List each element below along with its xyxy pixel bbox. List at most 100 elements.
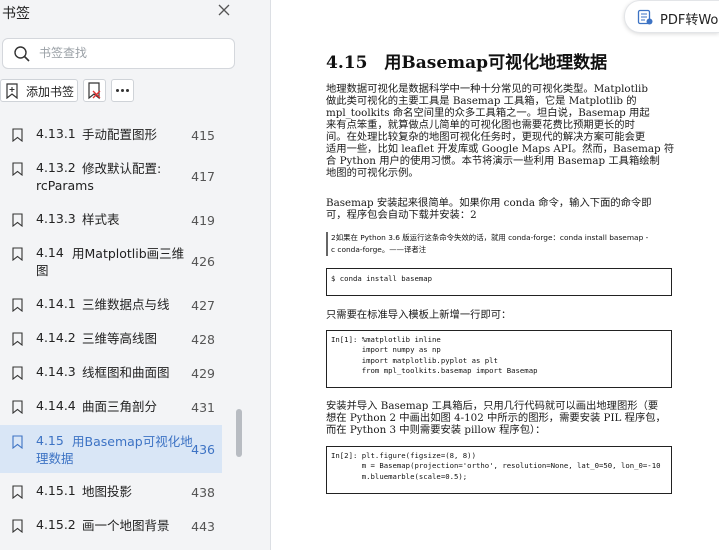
delete-bookmark-button[interactable] — [83, 79, 106, 102]
bookmark-number: 4.15 — [36, 433, 64, 448]
pdf-to-word-button[interactable]: PDF转Wor — [624, 0, 719, 33]
bookmark-icon — [12, 366, 23, 380]
bookmark-page: 429 — [191, 366, 215, 381]
bookmark-number: 4.14.2 — [36, 330, 76, 345]
bookmark-page: 427 — [191, 298, 215, 313]
bookmark-page: 428 — [191, 332, 215, 347]
add-bookmark-label: 添加书签 — [26, 85, 75, 99]
bookmark-page: 438 — [191, 485, 215, 500]
bookmark-list: 4.13.1 手动配置图形 415 4.13.2 修改默认配置: rcParam… — [0, 120, 250, 550]
more-icon — [116, 89, 129, 92]
text-line: 而在 Python 3 中则需要安装 pillow 程序包）： — [326, 424, 546, 436]
bookmark-item[interactable]: 4.13.2 修改默认配置: rcParams 417 — [0, 158, 222, 198]
bookmark-title: 用Matplotlib画三维 — [72, 246, 185, 261]
section-title: 4.15 用Basemap可视化地理数据 — [326, 53, 608, 73]
sidebar-title: 书签 — [2, 6, 30, 22]
add-bookmark-button[interactable]: 添加书签 — [0, 79, 78, 102]
bookmark-item[interactable]: 4.15.1 地图投影 438 — [0, 481, 222, 503]
code-block-basemap: In[2]: plt.figure(figsize=(8, 8)) m = Ba… — [326, 446, 672, 494]
bookmark-title: 修改默认配置: — [82, 161, 162, 176]
bookmark-icon — [12, 247, 23, 261]
paragraph-intro: 地理数据可视化是数据科学中一种十分常见的可视化类型。Matplotlib 做此类… — [326, 83, 674, 179]
convert-icon — [637, 9, 653, 29]
close-icon[interactable] — [216, 2, 232, 18]
bookmark-delete-icon — [88, 82, 101, 100]
bookmark-item[interactable]: 4.13.3 样式表 419 — [0, 209, 222, 231]
bookmark-number: 4.13.2 — [36, 160, 76, 175]
bookmark-number: 4.14.3 — [36, 364, 76, 379]
more-options-button[interactable] — [111, 79, 134, 102]
text-line: 可，程序包会自动下载并安装：2 — [326, 209, 477, 221]
bookmark-icon — [12, 332, 23, 346]
bookmark-item[interactable]: 4.14.1 三维数据点与线 427 — [0, 294, 222, 316]
bookmark-page: 436 — [191, 442, 215, 457]
bookmark-title: 样式表 — [82, 212, 120, 227]
text-line: 来有点笨重，就算做点儿简单的可视化图也需要花费比预期更长的时 — [326, 119, 635, 131]
sidebar-scrollbar[interactable] — [236, 409, 242, 457]
bookmark-number: 4.13.1 — [36, 126, 76, 141]
bookmark-page: 426 — [191, 254, 215, 269]
bookmark-number: 4.14 — [36, 245, 64, 260]
text-line: mpl_toolkits 命名空间里的众多工具箱之一。坦白说，Basemap 用… — [326, 107, 650, 119]
footnote-line: 2如果在 Python 3.6 版运行这条命令失效的话，就用 conda-for… — [331, 233, 649, 242]
bookmark-icon — [12, 162, 23, 176]
bookmark-icon — [12, 400, 23, 414]
bookmark-number: 4.14.4 — [36, 398, 76, 413]
bookmark-icon — [12, 298, 23, 312]
text-line: 安装并导入 Basemap 工具箱后，只用几行代码就可以画出地理图形（要 — [326, 400, 659, 412]
bookmark-page: 431 — [191, 400, 215, 415]
footnote-line: c conda-forge。——译者注 — [331, 245, 427, 254]
text-line: 做此类可视化的主要工具是 Basemap 工具箱，它是 Matplotlib 的 — [326, 95, 637, 107]
bookmark-item[interactable]: 4.15.2 画一个地图背景 443 — [0, 515, 222, 537]
search-icon — [13, 45, 31, 67]
bookmark-item[interactable]: 4.14.4 曲面三角剖分 431 — [0, 396, 222, 418]
bookmark-icon — [12, 435, 23, 449]
paragraph-install: Basemap 安装起来很简单。如果你用 conda 命令，输入下面的命令即 可… — [326, 197, 652, 221]
bookmark-item[interactable]: 4.14.2 三维等高线图 428 — [0, 328, 222, 350]
bookmark-icon — [12, 485, 23, 499]
bookmark-title: 用Basemap可视化地 — [72, 434, 193, 449]
bookmark-page: 415 — [191, 128, 215, 143]
bookmark-page: 419 — [191, 213, 215, 228]
bookmark-title-line2: 理数据 — [36, 451, 74, 466]
bookmark-icon — [12, 519, 23, 533]
bookmark-item-active[interactable]: 4.15 用Basemap可视化地 理数据 436 — [0, 425, 222, 473]
bookmark-title: 线框图和曲面图 — [82, 365, 170, 380]
bookmark-number: 4.13.3 — [36, 211, 76, 226]
bookmark-icon — [12, 128, 23, 142]
bookmark-item[interactable]: 4.14 用Matplotlib画三维 图 426 — [0, 243, 222, 283]
bookmark-title-line2: 图 — [36, 263, 49, 278]
bookmark-title: 地图投影 — [82, 484, 133, 499]
text-line: 间。在处理比较复杂的地图可视化任务时，更现代的解决方案可能会更 — [326, 131, 646, 143]
bookmark-item[interactable]: 4.13.1 手动配置图形 415 — [0, 124, 222, 146]
bookmark-title-line2: rcParams — [36, 178, 94, 193]
text-line: 只需要在标准导入模板上新增一行即可： — [326, 309, 512, 321]
code-block-install: $ conda install basemap — [326, 268, 672, 296]
bookmark-add-icon — [5, 83, 19, 103]
text-line: 地理数据可视化是数据科学中一种十分常见的可视化类型。Matplotlib — [326, 83, 648, 95]
paragraph-usage: 安装并导入 Basemap 工具箱后，只用几行代码就可以画出地理图形（要 想在 … — [326, 400, 666, 436]
bookmark-title: 手动配置图形 — [82, 127, 158, 142]
bookmark-number: 4.15.1 — [36, 483, 76, 498]
bookmark-number: 4.14.1 — [36, 296, 76, 311]
text-line: 适用一些，比如 leaflet 开发库或 Google Maps API。然而，… — [326, 143, 675, 155]
bookmark-search-box[interactable] — [2, 38, 235, 69]
pdf-to-word-label: PDF转Wor — [660, 13, 719, 28]
bookmark-title: 三维等高线图 — [82, 331, 158, 346]
bookmark-page: 417 — [191, 169, 215, 184]
bookmark-title: 画一个地图背景 — [82, 518, 170, 533]
bookmark-sidebar: 书签 添加书签 4.13.1 手动配置图形 415 4.13.2 修改默认配置: — [0, 0, 271, 550]
code-text: In[1]: %matplotlib inline import numpy a… — [331, 335, 538, 375]
bookmark-search-input[interactable] — [39, 44, 224, 62]
bookmark-item[interactable]: 4.14.3 线框图和曲面图 429 — [0, 362, 222, 384]
bookmark-number: 4.15.2 — [36, 517, 76, 532]
bookmark-title: 曲面三角剖分 — [82, 399, 158, 414]
code-text: In[2]: plt.figure(figsize=(8, 8)) m = Ba… — [331, 451, 661, 481]
text-line: 合 Python 用户的使用习惯。本节将演示一些利用 Basemap 工具箱绘制 — [326, 155, 660, 167]
bookmark-page: 443 — [191, 519, 215, 534]
paragraph-import-note: 只需要在标准导入模板上新增一行即可： — [326, 309, 511, 321]
code-block-imports: In[1]: %matplotlib inline import numpy a… — [326, 330, 672, 388]
bookmark-title: 三维数据点与线 — [82, 297, 170, 312]
code-text: $ conda install basemap — [331, 274, 433, 283]
footnote: 2如果在 Python 3.6 版运行这条命令失效的话，就用 conda-for… — [326, 232, 676, 256]
